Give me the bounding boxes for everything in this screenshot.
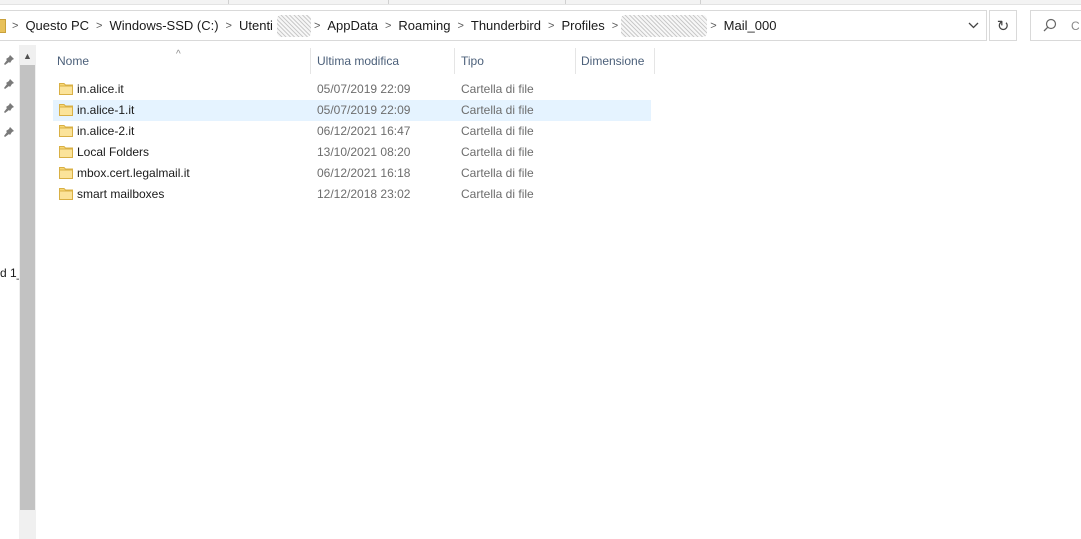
file-row[interactable]: Local Folders 13/10/2021 08:20 Cartella di…: [53, 142, 651, 163]
column-header-name-label: Nome: [57, 54, 90, 68]
breadcrumb-item-appdata[interactable]: AppData: [323, 18, 382, 33]
folder-icon: [59, 146, 73, 158]
pin-icon[interactable]: [3, 102, 15, 114]
file-type: Cartella di file: [461, 82, 534, 96]
nav-scrollbar[interactable]: ▲: [19, 45, 36, 539]
file-type: Cartella di file: [461, 166, 534, 180]
file-modified: 12/12/2018 23:02: [317, 187, 411, 201]
column-header-type-label: Tipo: [461, 54, 484, 68]
chevron-right-icon[interactable]: >: [93, 20, 105, 32]
folder-icon: [59, 125, 73, 137]
search-placeholder: C: [1071, 19, 1080, 33]
file-name: in.alice.it: [77, 82, 124, 96]
column-header-size[interactable]: Dimensione: [577, 48, 655, 74]
file-row[interactable]: in.alice-2.it 06/12/2021 16:47 Cartella di…: [53, 121, 651, 142]
pin-icon[interactable]: [3, 126, 15, 138]
column-header-modified[interactable]: Ultima modifica: [313, 48, 455, 74]
folder-icon: [59, 167, 73, 179]
file-list: in.alice.it 05/07/2019 22:09 Cartella di f…: [53, 79, 651, 205]
file-row[interactable]: mbox.cert.legalmail.it 06/12/2021 16:18 Ca…: [53, 163, 651, 184]
chevron-down-icon[interactable]: [960, 11, 986, 40]
folder-icon: [59, 83, 73, 95]
file-type: Cartella di file: [461, 187, 534, 201]
redacted-username: [276, 14, 311, 37]
chevron-right-icon[interactable]: >: [311, 20, 323, 32]
chevron-right-icon[interactable]: >: [707, 20, 719, 32]
file-modified: 13/10/2021 08:20: [317, 145, 411, 159]
redacted-profile: [621, 14, 708, 37]
file-row[interactable]: in.alice-1.it 05/07/2019 22:09 Cartella di…: [53, 100, 651, 121]
breadcrumb: > Questo PC > Windows-SSD (C:) > Utenti …: [0, 11, 780, 40]
file-row[interactable]: in.alice.it 05/07/2019 22:09 Cartella di f…: [53, 79, 651, 100]
refresh-button[interactable]: ↻: [989, 10, 1017, 41]
breadcrumb-item-thunderbird[interactable]: Thunderbird: [467, 18, 545, 33]
file-type: Cartella di file: [461, 103, 534, 117]
sort-ascending-icon: ^: [176, 49, 181, 60]
chevron-right-icon[interactable]: >: [545, 20, 557, 32]
scrollbar-thumb[interactable]: [20, 65, 35, 510]
folder-icon: [0, 18, 6, 33]
ribbon-strip: [0, 0, 1081, 5]
file-modified: 05/07/2019 22:09: [317, 82, 411, 96]
breadcrumb-item-utenti[interactable]: Utenti: [235, 18, 277, 33]
column-header-size-label: Dimensione: [581, 54, 645, 68]
column-header-type[interactable]: Tipo: [457, 48, 576, 74]
file-name: smart mailboxes: [77, 187, 165, 201]
file-name: in.alice-1.it: [77, 103, 135, 117]
file-name: in.alice-2.it: [77, 124, 135, 138]
navigation-pane: d 1_ ▲: [0, 45, 36, 539]
breadcrumb-item-questo-pc[interactable]: Questo PC: [21, 18, 93, 33]
file-name: mbox.cert.legalmail.it: [77, 166, 190, 180]
file-modified: 06/12/2021 16:47: [317, 124, 411, 138]
breadcrumb-item-mail[interactable]: Mail_000: [720, 18, 781, 33]
column-header-name[interactable]: ^ Nome: [53, 48, 311, 74]
file-row[interactable]: smart mailboxes 12/12/2018 23:02 Cartella …: [53, 184, 651, 205]
file-modified: 06/12/2021 16:18: [317, 166, 411, 180]
refresh-icon: ↻: [996, 17, 1010, 35]
breadcrumb-item-roaming[interactable]: Roaming: [394, 18, 454, 33]
address-bar[interactable]: > Questo PC > Windows-SSD (C:) > Utenti …: [0, 10, 987, 41]
breadcrumb-item-profiles[interactable]: Profiles: [557, 18, 608, 33]
chevron-right-icon: >: [12, 19, 19, 32]
file-type: Cartella di file: [461, 145, 534, 159]
chevron-right-icon[interactable]: >: [454, 20, 466, 32]
chevron-right-icon[interactable]: >: [382, 20, 394, 32]
file-type: Cartella di file: [461, 124, 534, 138]
file-modified: 05/07/2019 22:09: [317, 103, 411, 117]
search-icon: [1043, 18, 1057, 32]
breadcrumb-item-drive[interactable]: Windows-SSD (C:): [105, 18, 222, 33]
file-name: Local Folders: [77, 145, 150, 159]
column-header-modified-label: Ultima modifica: [317, 54, 400, 68]
pin-icon[interactable]: [3, 78, 15, 90]
folder-icon: [59, 188, 73, 200]
pin-icon[interactable]: [3, 54, 15, 66]
chevron-right-icon[interactable]: >: [223, 20, 235, 32]
chevron-right-icon[interactable]: >: [609, 20, 621, 32]
search-input[interactable]: C: [1030, 10, 1081, 41]
folder-icon: [59, 104, 73, 116]
chevron-up-icon[interactable]: ▲: [19, 50, 36, 62]
